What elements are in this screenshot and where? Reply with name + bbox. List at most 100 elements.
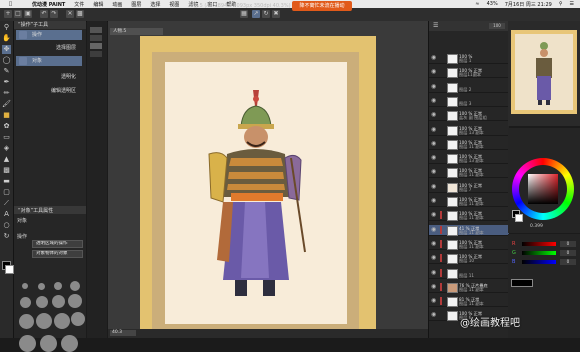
layer-row[interactable]: ◉ 100 % 正常 图层 11 副本 [429, 139, 509, 150]
document-tab[interactable]: 人物.5 [110, 28, 163, 35]
subtool-transparent[interactable]: 透明化 [16, 72, 82, 82]
pen-tool-icon[interactable]: ✒ [2, 78, 11, 87]
eye-icon[interactable]: ◉ [431, 97, 437, 104]
layer-row[interactable]: ◉ 100 % 正常 图层 11 副本 [429, 239, 509, 250]
brush-size-preset[interactable] [52, 295, 65, 308]
brush-size-preset[interactable] [38, 283, 45, 290]
eye-icon[interactable]: ◉ [431, 312, 437, 318]
sub-color-swatch-2[interactable] [515, 214, 523, 222]
brush-size-preset[interactable] [19, 314, 34, 329]
frame-tool-icon[interactable]: ▢ [2, 188, 11, 197]
subtool-edit-transparent[interactable]: 编辑透明区 [16, 86, 82, 96]
color-set-swatch[interactable] [90, 51, 102, 57]
color-set-swatch[interactable] [90, 43, 102, 49]
brush-size-preset[interactable] [54, 313, 70, 329]
layer-row[interactable]: ◉ 100 % 正常 图层 10 [429, 253, 509, 265]
ruler-tool-icon[interactable]: ⟋ [2, 199, 11, 208]
zoom-tool-icon[interactable]: ⚲ [2, 23, 11, 32]
airbrush-tool-icon[interactable]: ■ [2, 111, 11, 120]
sub-color-swatch[interactable] [5, 265, 14, 274]
color-set-swatch[interactable] [90, 27, 102, 33]
wifi-icon[interactable]: ≈ [475, 1, 479, 8]
eye-icon[interactable]: ◉ [431, 112, 437, 118]
new-file-icon[interactable]: + [4, 10, 12, 18]
green-slider[interactable] [522, 251, 556, 255]
eye-icon[interactable]: ◉ [431, 283, 437, 290]
gradient-tool-icon[interactable]: ▩ [2, 166, 11, 175]
brush-size-preset[interactable] [71, 312, 85, 326]
recording-banner[interactable]: 降不离忙未流在播动 [292, 1, 352, 11]
eye-icon[interactable]: ◉ [431, 169, 437, 175]
clear-icon[interactable]: ✕ [66, 10, 74, 18]
lasso-tool-icon[interactable]: ◯ [2, 56, 11, 65]
select-all-icon[interactable]: ▦ [240, 10, 248, 18]
layer-row[interactable]: ◉ 图层 2 [429, 82, 509, 93]
saturation-value-square[interactable] [528, 174, 558, 204]
figure-tool-icon[interactable]: ▬ [2, 177, 11, 186]
red-value[interactable]: 0 [560, 241, 576, 247]
eye-icon[interactable]: ◉ [431, 269, 437, 276]
brush-size-preset[interactable] [22, 283, 28, 289]
save-icon[interactable]: ▣ [24, 10, 32, 18]
battery-level[interactable]: 43% [487, 1, 498, 8]
eye-icon[interactable]: ◉ [431, 255, 437, 261]
layer-row[interactable]: ◉ 100 % 图层 1 [429, 53, 509, 64]
undo-icon[interactable]: ↶ [40, 10, 48, 18]
clock[interactable]: 7月16日 周三 21:29 [505, 1, 552, 8]
menu-layer[interactable]: 图层 [131, 1, 141, 8]
operation-select-1[interactable]: 透明区域的操作 [32, 240, 83, 248]
redo-icon[interactable]: ↷ [50, 10, 58, 18]
subtool-select-layer[interactable]: 选择图层 [16, 43, 82, 53]
apple-icon[interactable]:  [9, 1, 12, 7]
green-value[interactable]: 0 [560, 250, 576, 256]
decoration-tool-icon[interactable]: ✿ [2, 122, 11, 131]
blend-tool-icon[interactable]: ◈ [2, 144, 11, 153]
balloon-tool-icon[interactable]: ○ [2, 221, 11, 230]
search-icon[interactable]: ⚲ [559, 1, 563, 8]
eye-icon[interactable]: ◉ [431, 140, 437, 147]
eye-icon[interactable]: ◉ [431, 183, 437, 190]
menu-view[interactable]: 视图 [169, 1, 179, 8]
eye-icon[interactable]: ◉ [431, 240, 437, 247]
layer-row[interactable]: ◉ 100 % 正常 图层 11 副本 [429, 210, 509, 222]
brush-size-preset[interactable] [68, 294, 82, 308]
transform-icon[interactable]: ↗ [252, 10, 260, 18]
fill-tool-icon[interactable]: ▲ [2, 155, 11, 164]
menu-animation[interactable]: 动画 [112, 1, 122, 8]
opacity-field[interactable]: 100 [489, 23, 505, 29]
eye-icon[interactable]: ◉ [431, 198, 437, 204]
eye-icon[interactable]: ◉ [431, 226, 437, 233]
eye-icon[interactable]: ◉ [431, 69, 437, 75]
eyedropper-tool-icon[interactable]: ✎ [2, 67, 11, 76]
menu-edit[interactable]: 编辑 [93, 1, 103, 8]
eye-icon[interactable]: ◉ [431, 298, 437, 304]
brush-size-preset[interactable] [36, 313, 52, 329]
layer-row[interactable]: ◉ 100 % 正常 盐灰 副 图层组 [429, 110, 509, 122]
move-tool-icon[interactable]: ✥ [2, 45, 11, 54]
eye-icon[interactable]: ◉ [431, 55, 437, 61]
subtool-object[interactable]: 对象 [16, 56, 82, 66]
blue-value[interactable]: 0 [560, 259, 576, 265]
operation-select-2[interactable]: 对象物体的对象 [32, 250, 83, 258]
color-preview[interactable] [511, 279, 533, 287]
menu-list-icon[interactable]: ☰ [570, 1, 574, 8]
eye-icon[interactable]: ◉ [431, 83, 437, 90]
eye-icon[interactable]: ◉ [431, 212, 437, 218]
brush-size-preset[interactable] [20, 297, 31, 308]
layer-row[interactable]: ◉ 100 % 正常 图层 13 副本 [429, 153, 509, 165]
layer-row[interactable]: ◉ 100 % 正常 图层11副本 [429, 67, 509, 79]
subtool-operation[interactable]: 操作 [16, 30, 82, 40]
text-tool-icon[interactable]: A [2, 210, 11, 219]
menu-select[interactable]: 选择 [150, 1, 160, 8]
brush-size-preset[interactable] [54, 282, 62, 290]
color-set-swatch[interactable] [90, 35, 102, 41]
blue-slider[interactable] [522, 260, 556, 264]
red-slider[interactable] [522, 242, 556, 246]
layer-row[interactable]: ◉ 100 % 正常 图层 11 副本 [429, 167, 509, 179]
open-file-icon[interactable]: □ [14, 10, 22, 18]
eye-icon[interactable]: ◉ [431, 155, 437, 161]
layer-menu-icon[interactable]: ☰ [433, 22, 438, 29]
layer-row[interactable]: ◉ 81 % 正常 图层 11 副本 [429, 296, 509, 308]
layer-row[interactable]: ◉ 41 % 正常 图层 11 副本 [429, 224, 509, 236]
layer-row[interactable]: ◉ 100 % 正常 图层 11 副本 [429, 196, 509, 207]
